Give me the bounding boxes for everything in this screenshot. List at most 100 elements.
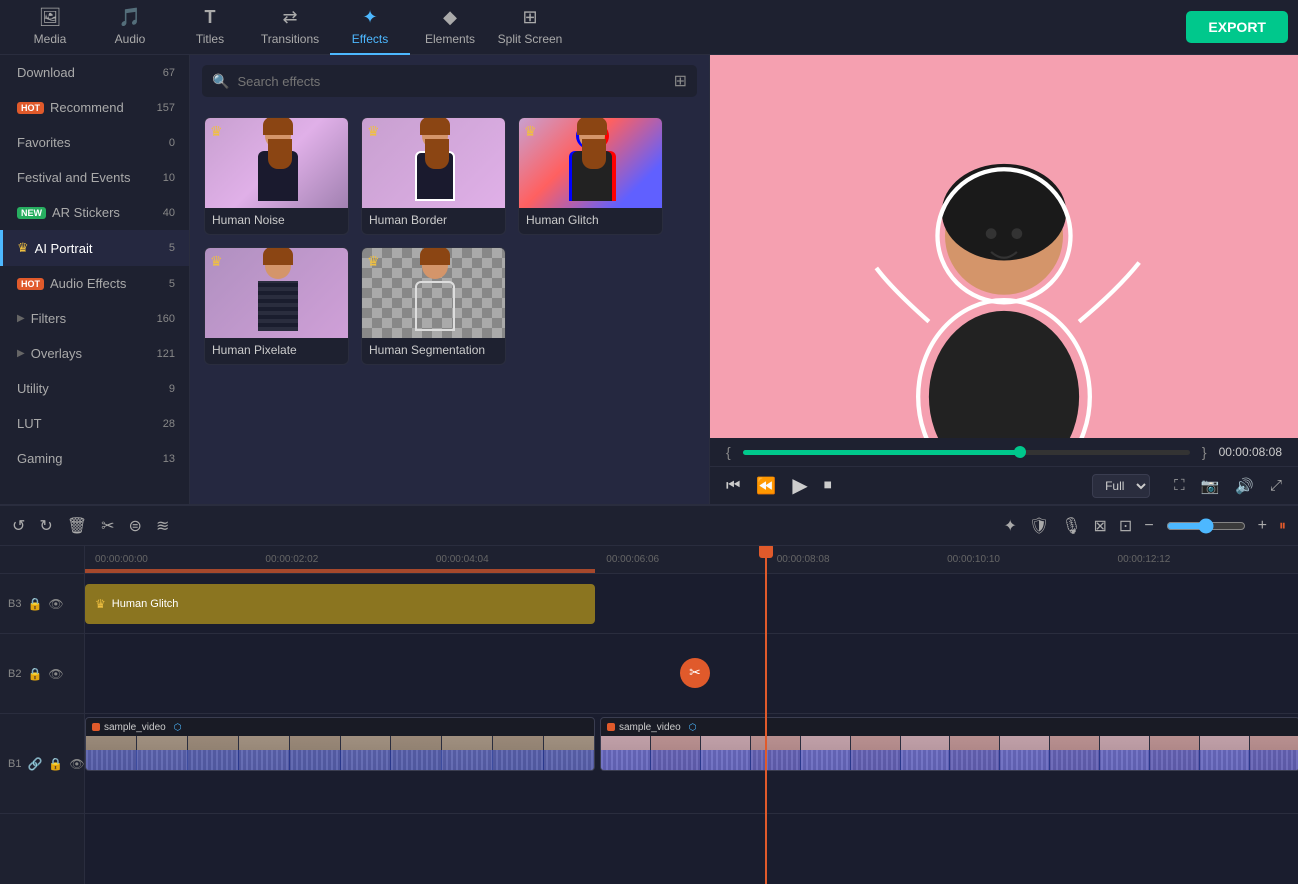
- sidebar-item-ar-stickers[interactable]: NEW AR Stickers 40: [0, 195, 189, 230]
- toolbar-item-audio[interactable]: 🎵 Audio: [90, 0, 170, 55]
- audio-wave-icon[interactable]: ≋: [156, 516, 169, 536]
- toolbar-item-effects[interactable]: ✦ Effects: [330, 0, 410, 55]
- sidebar-item-favorites[interactable]: Favorites 0: [0, 125, 189, 160]
- zoom-out-button[interactable]: −: [1144, 517, 1153, 535]
- clip-dot-2: [607, 723, 615, 731]
- crown-icon: ♛: [210, 123, 223, 140]
- tracks-area: 00:00:00:00 00:00:02:02 00:00:04:04 00:0…: [85, 546, 1298, 884]
- sidebar-item-audio-effects[interactable]: HOT Audio Effects 5: [0, 266, 189, 301]
- playhead[interactable]: [765, 546, 767, 884]
- redo-icon[interactable]: ↻: [39, 516, 52, 536]
- crown-icon-glitch: ♛: [524, 123, 537, 140]
- timeline-toolbar: ↺ ↻ 🗑 ✂ ⊜ ≋ ✦ 🛡 🎙 ⊠ ⊡ − + ⏸: [0, 506, 1298, 546]
- clip-dot: [92, 723, 100, 731]
- link-icon-1[interactable]: 🔗: [27, 757, 42, 771]
- progress-handle[interactable]: [1014, 446, 1026, 458]
- zoom-in-button[interactable]: +: [1258, 517, 1267, 535]
- effect-card-border[interactable]: ♛ Human Border: [361, 117, 506, 235]
- fullscreen-icon[interactable]: ⛶: [1174, 477, 1185, 494]
- progress-fill: [743, 450, 1020, 455]
- track-1: sample_video ⬡: [85, 714, 1298, 814]
- toolbar-item-media[interactable]: 🖼 Media: [10, 0, 90, 55]
- quality-select[interactable]: Full: [1092, 474, 1150, 498]
- sidebar-item-gaming[interactable]: Gaming 13: [0, 441, 189, 476]
- cut-icon[interactable]: ✂: [101, 516, 114, 536]
- sidebar-item-download[interactable]: Download 67: [0, 55, 189, 90]
- lock-icon-1[interactable]: 🔒: [48, 757, 63, 771]
- eye-icon-1[interactable]: 👁: [69, 757, 84, 771]
- effects-grid: ♛ Human Noise: [190, 107, 709, 375]
- mark-out-button[interactable]: }: [1202, 444, 1207, 460]
- elements-icon: ◆: [443, 7, 457, 28]
- mic-icon[interactable]: 🎙: [1061, 516, 1081, 536]
- delete-icon[interactable]: 🗑: [67, 516, 87, 536]
- play-button[interactable]: ▶: [792, 473, 807, 498]
- playhead-handle[interactable]: [759, 546, 773, 558]
- caption-icon[interactable]: ⊡: [1119, 516, 1132, 536]
- sidebar-item-filters[interactable]: ▶ Filters 160: [0, 301, 189, 336]
- effect-clip-human-glitch[interactable]: ♛ Human Glitch: [85, 584, 595, 624]
- shield-icon[interactable]: 🛡: [1029, 516, 1049, 536]
- effect-clip-icon: ♛: [95, 597, 106, 611]
- export-button[interactable]: EXPORT: [1186, 11, 1288, 43]
- pause-timeline-button[interactable]: ⏸: [1279, 517, 1286, 534]
- lock-icon-2[interactable]: 🔒: [27, 667, 42, 681]
- sidebar-item-utility[interactable]: Utility 9: [0, 371, 189, 406]
- overlay-icon[interactable]: ⊠: [1094, 516, 1107, 536]
- video-clip-2[interactable]: sample_video ⬡: [600, 717, 1298, 771]
- eye-icon-3[interactable]: 👁: [48, 597, 63, 611]
- timeline-right-controls: ✦ 🛡 🎙 ⊠ ⊡ − + ⏸: [1003, 516, 1286, 536]
- sidebar-item-lut[interactable]: LUT 28: [0, 406, 189, 441]
- undo-icon[interactable]: ↺: [12, 516, 25, 536]
- split-screen-icon: ⊞: [522, 7, 537, 28]
- search-icon: 🔍: [212, 73, 229, 90]
- track-labels: B3 🔒 👁 B2 🔒 👁 B1 🔗 🔒 👁: [0, 546, 85, 884]
- sidebar-item-festival[interactable]: Festival and Events 10: [0, 160, 189, 195]
- sidebar-item-overlays[interactable]: ▶ Overlays 121: [0, 336, 189, 371]
- video-clip-1[interactable]: sample_video ⬡: [85, 717, 595, 771]
- mark-in-button[interactable]: {: [726, 444, 731, 460]
- sidebar-item-recommend[interactable]: HOT Recommend 157: [0, 90, 189, 125]
- effect-label-segmentation: Human Segmentation: [362, 338, 505, 364]
- frame-back-button[interactable]: ⏪: [756, 476, 776, 496]
- zoom-slider[interactable]: [1166, 518, 1246, 534]
- snapshot-icon[interactable]: 📷: [1201, 477, 1220, 495]
- toolbar-item-split-screen[interactable]: ⊞ Split Screen: [490, 0, 570, 55]
- transitions-icon: ⇄: [282, 7, 297, 28]
- eye-icon-2[interactable]: 👁: [48, 667, 63, 681]
- timecode: 00:00:08:08: [1219, 445, 1282, 459]
- grid-icon[interactable]: ⊞: [674, 71, 687, 91]
- timeline-ruler: 00:00:00:00 00:00:02:02 00:00:04:04 00:0…: [85, 546, 1298, 574]
- search-input[interactable]: [237, 74, 665, 89]
- sidebar: Download 67 HOT Recommend 157 Favorites …: [0, 55, 190, 504]
- progress-bar[interactable]: [743, 450, 1190, 455]
- audio-waveform-2: [601, 750, 1298, 770]
- preview-video: [710, 55, 1298, 438]
- crown-icon-segment: ♛: [367, 253, 380, 270]
- lock-icon-3[interactable]: 🔒: [27, 597, 42, 611]
- audio-waveform-1: [86, 750, 594, 770]
- track-label-3: B3 🔒 👁: [0, 574, 84, 634]
- more-icon[interactable]: ⤢: [1270, 477, 1282, 494]
- toolbar-item-elements[interactable]: ◆ Elements: [410, 0, 490, 55]
- effects-panel: 🔍 ⊞ ♛: [190, 55, 710, 504]
- track-label-1: B1 🔗 🔒 👁: [0, 714, 84, 814]
- toolbar-item-transitions[interactable]: ⇄ Transitions: [250, 0, 330, 55]
- crown-icon-border: ♛: [367, 123, 380, 140]
- volume-icon[interactable]: 🔊: [1235, 477, 1254, 495]
- sidebar-item-ai-portrait[interactable]: ♛ AI Portrait 5: [0, 230, 189, 266]
- track-2: ✂: [85, 634, 1298, 714]
- track-3: ♛ Human Glitch: [85, 574, 1298, 634]
- effect-card-pixelate[interactable]: ♛ Human Pixelate: [204, 247, 349, 365]
- stop-button[interactable]: ⏹: [824, 477, 832, 495]
- toolbar-item-titles[interactable]: T Titles: [170, 0, 250, 55]
- effect-label-border: Human Border: [362, 208, 505, 234]
- step-back-button[interactable]: ⏮: [726, 477, 740, 495]
- timeline-content: B3 🔒 👁 B2 🔒 👁 B1 🔗 🔒 👁: [0, 546, 1298, 884]
- adjust-icon[interactable]: ⊜: [129, 516, 142, 536]
- effect-card-noise[interactable]: ♛ Human Noise: [204, 117, 349, 235]
- effect-card-segmentation[interactable]: ♛ Human Segmentation: [361, 247, 506, 365]
- top-toolbar: 🖼 Media 🎵 Audio T Titles ⇄ Transitions ✦…: [0, 0, 1298, 55]
- effect-card-glitch[interactable]: ♛ Human Glitch: [518, 117, 663, 235]
- magic-icon[interactable]: ✦: [1003, 516, 1016, 536]
